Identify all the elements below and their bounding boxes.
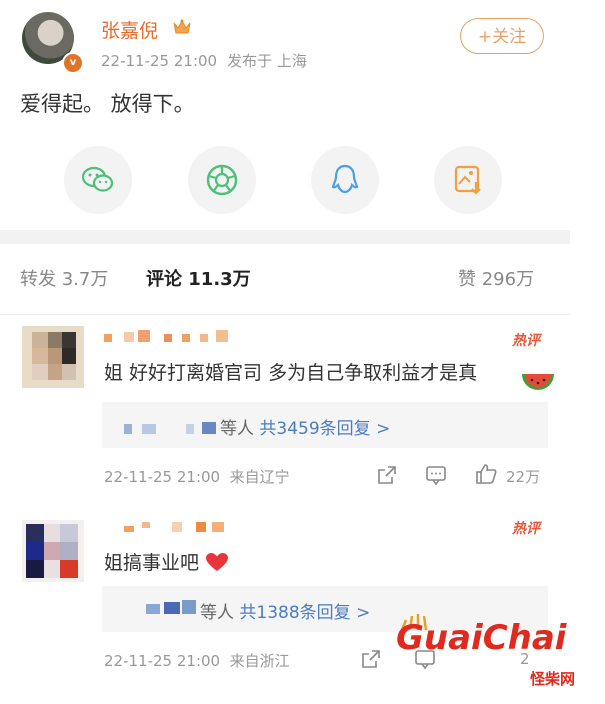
comment-text: 姐 好好打离婚官司 多为自己争取利益才是真 <box>104 362 478 384</box>
author-name[interactable]: 张嘉倪 <box>101 16 158 43</box>
crown-icon <box>173 19 191 34</box>
share-wechat-button[interactable] <box>64 146 132 214</box>
comment-text: 姐搞事业吧 <box>104 548 229 575</box>
commenter-avatar[interactable] <box>22 326 84 388</box>
watermark-subtitle: 怪柴网 <box>530 670 576 688</box>
tab-repost[interactable]: 转发 3.7万 <box>20 265 108 291</box>
follow-button[interactable]: +关注 <box>460 18 544 54</box>
reply-preview-box[interactable]: 等人 共3459条回复 > <box>102 402 548 448</box>
commenter-name-redacted[interactable] <box>124 520 234 532</box>
watermark-logo: GuaiChai <box>396 618 567 658</box>
commenter-avatar[interactable] <box>22 520 84 582</box>
moments-icon <box>206 164 238 196</box>
section-divider <box>0 230 570 244</box>
wechat-icon <box>81 166 114 192</box>
reply-count-link[interactable]: 共3459条回复 > <box>259 419 390 439</box>
reply-summary[interactable]: 等人 共3459条回复 > <box>220 414 390 439</box>
qq-icon <box>331 164 359 194</box>
replier-names-redacted <box>124 422 216 434</box>
share-icon[interactable] <box>376 464 398 486</box>
commenter-name-redacted[interactable] <box>104 330 234 342</box>
comment-meta: 22-11-25 21:00 来自辽宁 <box>104 468 290 486</box>
comment-meta: 22-11-25 21:00 来自浙江 <box>104 652 290 670</box>
tab-comment[interactable]: 评论 11.3万 <box>146 265 251 291</box>
post-meta: 22-11-25 21:00 发布于 上海 <box>101 50 317 71</box>
share-moments-button[interactable] <box>188 146 256 214</box>
reply-summary[interactable]: 等人 共1388条回复 > <box>200 598 370 623</box>
heart-emoji-icon <box>206 553 229 571</box>
replier-names-redacted <box>146 600 196 614</box>
reply-count-link[interactable]: 共1388条回复 > <box>239 603 370 623</box>
share-qq-button[interactable] <box>311 146 379 214</box>
post-content: 爱得起。 放得下。 <box>20 92 195 116</box>
share-icon[interactable] <box>360 648 382 670</box>
hot-comment-badge: 热评 <box>512 333 540 349</box>
comment-icon[interactable] <box>425 464 447 486</box>
save-image-icon <box>454 165 481 195</box>
like-count: 22万 <box>506 468 541 486</box>
post-time: 22-11-25 21:00 <box>101 52 218 70</box>
tab-like[interactable]: 赞 296万 <box>458 265 534 291</box>
watermelon-emoji-icon <box>522 374 554 390</box>
verified-badge-icon: v <box>62 52 84 74</box>
save-image-button[interactable] <box>434 146 502 214</box>
tab-underline-divider <box>0 314 570 315</box>
post-location: 发布于 上海 <box>227 52 307 70</box>
hot-comment-badge: 热评 <box>512 521 540 537</box>
like-icon[interactable] <box>474 462 498 486</box>
